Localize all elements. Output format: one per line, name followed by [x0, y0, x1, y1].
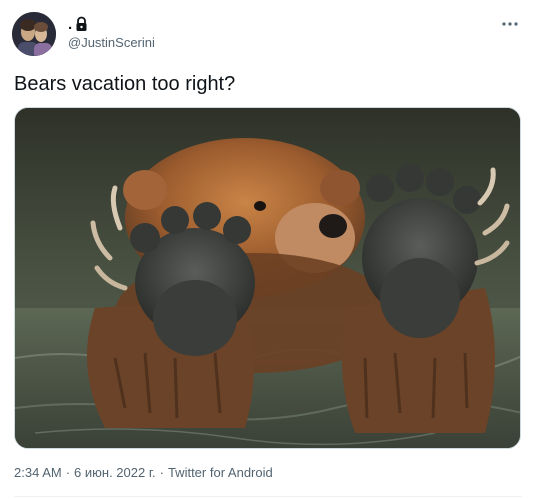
author-handle[interactable]: @JustinScerini [68, 35, 155, 50]
separator: · [65, 465, 71, 480]
tweet-metadata: 2:34 AM · 6 июн. 2022 г. · Twitter for A… [14, 465, 273, 480]
bear-photo [15, 108, 520, 448]
author-name-row[interactable]: . [68, 14, 89, 34]
separator: · [159, 465, 164, 480]
tweet-date[interactable]: 6 июн. 2022 г. [74, 465, 156, 480]
tweet-media-photo[interactable] [14, 107, 521, 449]
tweet-source[interactable]: Twitter for Android [168, 465, 273, 480]
author-display-name[interactable]: . [68, 16, 72, 33]
avatar[interactable] [12, 12, 56, 56]
more-options-icon[interactable] [500, 14, 520, 34]
tweet-time[interactable]: 2:34 AM [14, 465, 62, 480]
lock-icon [74, 16, 89, 32]
tweet-card: . @JustinScerini Bears vacation too righ… [0, 0, 536, 499]
divider [14, 496, 522, 497]
tweet-text: Bears vacation too right? [14, 73, 236, 95]
